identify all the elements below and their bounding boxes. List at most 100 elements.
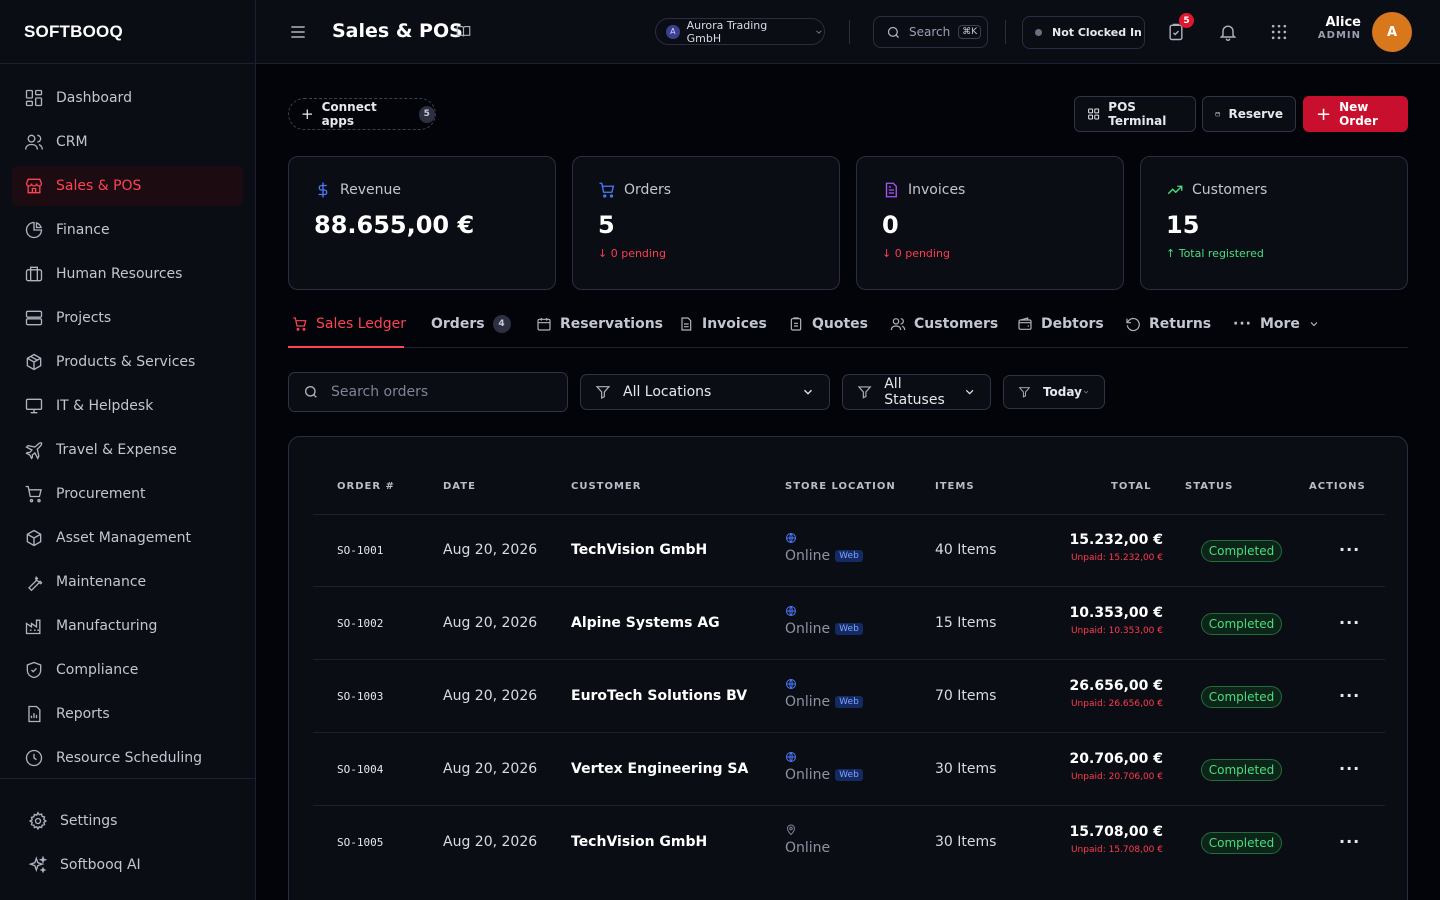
book-open-icon[interactable] <box>456 24 471 39</box>
pos-terminal-button[interactable]: POS Terminal <box>1074 96 1196 132</box>
sidebar-item-products-services[interactable]: Products & Services <box>12 342 243 382</box>
sidebar-item-reports[interactable]: Reports <box>12 694 243 734</box>
order-search-field[interactable] <box>288 372 568 412</box>
sidebar-item-dashboard[interactable]: Dashboard <box>12 78 243 118</box>
row-actions-menu-icon[interactable]: ··· <box>1339 686 1360 705</box>
order-number[interactable]: SO-1004 <box>337 763 383 776</box>
tab-sales-ledger[interactable]: Sales Ledger <box>292 300 406 348</box>
globe-icon <box>786 606 796 616</box>
app-logo[interactable]: SOFTBOOQ <box>24 22 123 42</box>
table-row[interactable]: SO-1001 Aug 20, 2026 TechVision GmbH Onl… <box>313 514 1385 587</box>
row-actions-menu-icon[interactable]: ··· <box>1339 759 1360 778</box>
tab-label: Reservations <box>560 316 663 332</box>
chevron-down-icon <box>1083 390 1089 394</box>
tab-count-badge: 4 <box>492 315 511 333</box>
active-tab-indicator <box>288 346 404 348</box>
tab-returns[interactable]: Returns <box>1125 300 1211 348</box>
search-shortcut: ⌘K <box>958 25 982 39</box>
unpaid-amount: Unpaid: 20.706,00 € <box>1070 772 1163 782</box>
shield-check-icon <box>26 661 42 679</box>
apps-grid-icon[interactable] <box>1269 22 1289 42</box>
table-row[interactable]: SO-1002 Aug 20, 2026 Alpine Systems AG O… <box>313 587 1385 660</box>
order-number[interactable]: SO-1001 <box>337 544 383 557</box>
server-stack-icon <box>25 310 43 326</box>
search-input[interactable] <box>331 384 531 400</box>
global-search-button[interactable]: Search ⌘K <box>873 16 988 48</box>
sidebar-item-it-helpdesk[interactable]: IT & Helpdesk <box>12 386 243 426</box>
sidebar-item-procurement[interactable]: Procurement <box>12 474 243 514</box>
sidebar-item-sales-pos[interactable]: Sales & POS <box>12 166 243 206</box>
order-total: 15.232,00 € Unpaid: 15.232,00 € <box>1033 532 1163 563</box>
connect-apps-button[interactable]: + Connect apps 5 <box>288 98 436 130</box>
sidebar-item-asset-management[interactable]: Asset Management <box>12 518 243 558</box>
package-icon <box>26 353 42 371</box>
order-number[interactable]: SO-1003 <box>337 690 383 703</box>
sidebar-item-projects[interactable]: Projects <box>12 298 243 338</box>
sidebar-item-manufacturing[interactable]: Manufacturing <box>12 606 243 646</box>
sidebar-item-compliance[interactable]: Compliance <box>12 650 243 690</box>
sidebar-item-resource-scheduling[interactable]: Resource Scheduling <box>12 738 243 778</box>
clock-icon <box>25 749 43 767</box>
order-date: Aug 20, 2026 <box>443 834 538 850</box>
row-actions-menu-icon[interactable]: ··· <box>1339 613 1360 632</box>
order-number[interactable]: SO-1002 <box>337 617 383 630</box>
location-filter-select[interactable]: All Locations <box>580 374 830 410</box>
status-filter-select[interactable]: All Statuses <box>842 374 991 410</box>
tab-invoices[interactable]: Invoices <box>678 300 767 348</box>
customer-name[interactable]: EuroTech Solutions BV <box>571 688 747 704</box>
sidebar-item-softbooq-ai[interactable]: Softbooq AI <box>16 845 243 885</box>
sidebar-item-finance[interactable]: Finance <box>12 210 243 250</box>
new-order-button[interactable]: + New Order <box>1303 96 1408 132</box>
tab-debtors[interactable]: Debtors <box>1017 300 1104 348</box>
channel-tag: Web <box>835 550 863 562</box>
tab-label: Orders <box>431 316 485 332</box>
row-actions-menu-icon[interactable]: ··· <box>1339 540 1360 559</box>
item-count: 40 Items <box>935 542 997 558</box>
table-row[interactable]: SO-1004 Aug 20, 2026 Vertex Engineering … <box>313 733 1385 806</box>
sidebar-item-settings[interactable]: Settings <box>16 801 243 841</box>
order-number[interactable]: SO-1005 <box>337 836 383 849</box>
hamburger-menu-icon[interactable] <box>288 22 308 42</box>
tab-quotes[interactable]: Quotes <box>788 300 868 348</box>
column-header: STORE LOCATION <box>785 481 896 492</box>
report-icon <box>28 705 41 723</box>
item-count: 15 Items <box>935 615 997 631</box>
customer-name[interactable]: Vertex Engineering SA <box>571 761 748 777</box>
tab-customers[interactable]: Customers <box>890 300 998 348</box>
user-info[interactable]: Alice ADMIN <box>1296 15 1361 41</box>
customer-name[interactable]: TechVision GmbH <box>571 834 707 850</box>
sidebar-item-maintenance[interactable]: Maintenance <box>12 562 243 602</box>
table-row[interactable]: SO-1005 Aug 20, 2026 TechVision GmbH Onl… <box>313 806 1385 879</box>
row-actions-menu-icon[interactable]: ··· <box>1339 832 1360 851</box>
unpaid-amount: Unpaid: 26.656,00 € <box>1070 699 1163 709</box>
tab-more[interactable]: ··· More <box>1233 300 1320 348</box>
tab-orders[interactable]: Orders 4 <box>431 300 511 348</box>
tab-reservations[interactable]: Reservations <box>536 300 663 348</box>
sidebar-item-travel-expense[interactable]: Travel & Expense <box>12 430 243 470</box>
sidebar-item-label: Maintenance <box>56 574 147 590</box>
sidebar-item-human-resources[interactable]: Human Resources <box>12 254 243 294</box>
new-order-label: New Order <box>1339 100 1378 128</box>
location-name: Online <box>785 621 831 637</box>
total-amount: 20.706,00 € <box>1069 751 1163 767</box>
sidebar-item-label: Reports <box>56 706 110 722</box>
customer-name[interactable]: TechVision GmbH <box>571 542 707 558</box>
module-tabs: Sales Ledger Orders 4 Reservations Invoi… <box>288 300 1408 348</box>
reserve-button[interactable]: Reserve <box>1202 96 1296 132</box>
date-filter-select[interactable]: Today <box>1003 375 1105 409</box>
bell-icon[interactable] <box>1218 22 1238 42</box>
column-header: DATE <box>443 481 476 492</box>
organization-switcher[interactable]: A Aurora Trading GmbH <box>655 18 825 45</box>
customer-name[interactable]: Alpine Systems AG <box>571 615 720 631</box>
stat-label: Invoices <box>908 182 966 198</box>
grid-icon <box>1088 108 1100 120</box>
column-header: TOTAL <box>1111 481 1152 492</box>
avatar[interactable]: A <box>1372 12 1412 52</box>
sidebar-item-crm[interactable]: CRM <box>12 122 243 162</box>
table-row[interactable]: SO-1003 Aug 20, 2026 EuroTech Solutions … <box>313 660 1385 733</box>
column-header: ITEMS <box>935 481 975 492</box>
channel-tag: Web <box>835 623 863 635</box>
clock-in-status-button[interactable]: Not Clocked In <box>1022 16 1145 49</box>
sidebar-item-label: Products & Services <box>56 354 196 370</box>
ellipsis-icon: ··· <box>1233 316 1252 332</box>
